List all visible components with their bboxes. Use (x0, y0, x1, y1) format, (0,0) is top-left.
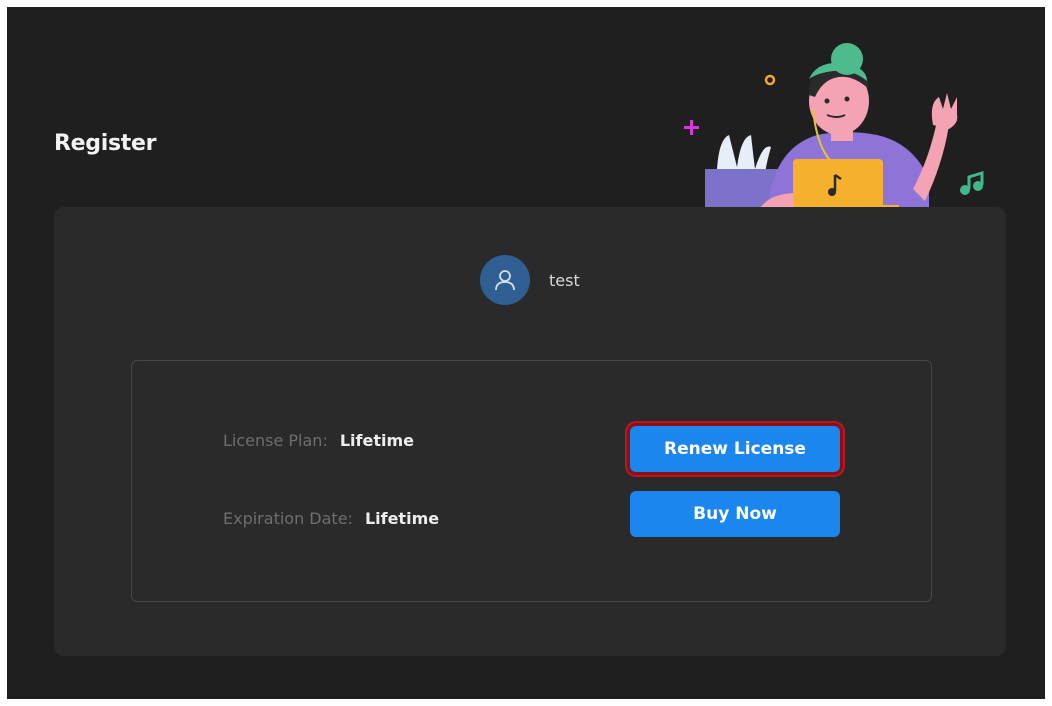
license-plan-value: Lifetime (339, 431, 414, 450)
avatar (480, 255, 530, 305)
renew-license-button[interactable]: Renew License (630, 426, 840, 472)
license-panel: License Plan: Lifetime Expiration Date: Li… (131, 360, 932, 602)
register-card: test License Plan: Lifetime Expiration Da… (54, 207, 1006, 656)
buy-now-button[interactable]: Buy Now (630, 491, 840, 537)
page-title: Register (54, 131, 157, 156)
expiration-date-value: Lifetime (364, 509, 440, 528)
user-info: test (480, 255, 580, 305)
illustration (684, 43, 984, 215)
register-window: Register test License Plan: Lifetime Exp… (7, 7, 1045, 699)
username: test (549, 270, 580, 290)
dot-decoration (764, 74, 776, 86)
expiration-date-label: Expiration Date: (223, 509, 353, 528)
license-plan-label: License Plan: (223, 431, 328, 450)
user-icon (495, 270, 515, 291)
person-illustration (757, 43, 958, 215)
expiration-date-row: Expiration Date: Lifetime (223, 509, 439, 528)
music-note-icon (960, 170, 984, 195)
license-plan-row: License Plan: Lifetime (223, 431, 414, 450)
plus-decoration (684, 120, 699, 135)
